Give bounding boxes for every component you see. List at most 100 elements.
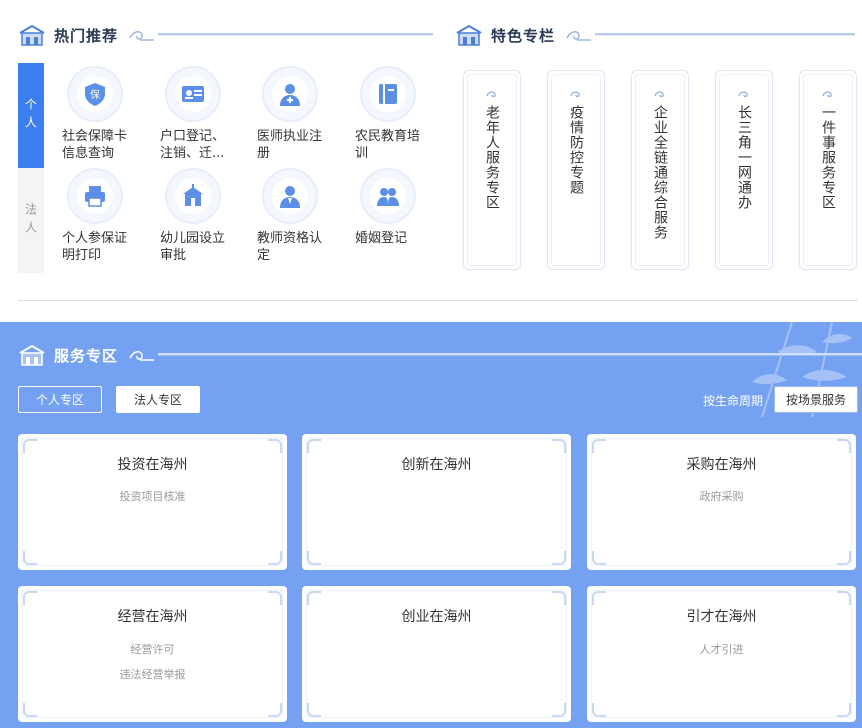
section-divider (18, 300, 858, 301)
card-corner (592, 591, 606, 605)
hot-item-marriage-registration[interactable]: 婚姻登记 (355, 168, 450, 247)
card-corner (23, 591, 37, 605)
featured-column-label: 长三角一网通办 (736, 105, 752, 210)
hot-item-kindergarten-approval[interactable]: 幼儿园设立审批 (160, 168, 255, 264)
icon-circle-inner (77, 178, 113, 214)
teacher-icon (280, 186, 300, 208)
card-corner (552, 439, 566, 453)
icon-circle-inner (370, 178, 406, 214)
card-title: 经营在海州 (117, 609, 188, 625)
swirl-ornament-icon (566, 31, 592, 41)
card-link[interactable]: 违法经营举报 (18, 666, 287, 682)
service-header-line (158, 353, 862, 356)
card-title: 投资在海州 (117, 457, 188, 473)
service-card-invest[interactable]: 投资在海州 投资项目核准 (18, 434, 287, 570)
featured-column-elderly[interactable]: 老年人服务专区 (463, 70, 521, 270)
card-link[interactable]: 政府采购 (587, 488, 856, 504)
card-link[interactable]: 投资项目核准 (18, 488, 287, 504)
featured-header-line (595, 33, 855, 36)
user-type-tabs: 个人 法人 (18, 63, 44, 273)
card-title: 创业在海州 (401, 609, 472, 625)
swirl-ornament-icon (129, 31, 155, 41)
icon-circle-inner (370, 76, 406, 112)
house-icon (456, 24, 482, 46)
by-scene-button[interactable]: 按场景服务 (774, 386, 858, 413)
service-zone: 服务专区 个人专区 法人专区 按生命周期 按场景服务 投资在海州 投资项目核准 … (0, 322, 862, 728)
icon-circle (165, 168, 221, 224)
icon-circle (67, 168, 123, 224)
icon-circle-inner (175, 76, 211, 112)
card-corner (268, 703, 282, 717)
icon-circle (262, 168, 318, 224)
card-corner (268, 591, 282, 605)
featured-column-label: 一件事服务专区 (820, 105, 836, 210)
hot-item-teacher-qualification[interactable]: 教师资格认定 (257, 168, 352, 264)
school-icon (183, 184, 203, 206)
hot-item-physician-registration[interactable]: 医师执业注册 (257, 66, 352, 162)
service-section-title: 服务专区 (54, 346, 119, 365)
card-corner (23, 703, 37, 717)
card-corner (592, 439, 606, 453)
card-corner (552, 591, 566, 605)
card-corner (552, 703, 566, 717)
featured-column-yangtze-delta[interactable]: 长三角一网通办 (715, 70, 773, 270)
swirl-ornament-icon (129, 351, 155, 361)
hot-item-social-security[interactable]: 保 社会保障卡信息查询 (62, 66, 157, 162)
featured-column-enterprise[interactable]: 企业全链通综合服务 (631, 70, 689, 270)
book-icon (379, 84, 397, 104)
swirl-icon (822, 91, 832, 98)
service-card-talent[interactable]: 引才在海州 人才引进 (587, 586, 856, 722)
featured-column-label: 老年人服务专区 (484, 105, 500, 210)
service-card-startup[interactable]: 创业在海州 (302, 586, 571, 722)
doctor-icon (280, 84, 300, 106)
card-link[interactable]: 经营许可 (18, 641, 287, 657)
id-card-icon (182, 86, 204, 102)
featured-section-header: 特色专栏 (455, 20, 855, 50)
hot-item-label: 教师资格认定 (257, 231, 323, 263)
hot-item-insurance-certificate[interactable]: 个人参保证明打印 (62, 168, 157, 264)
featured-column-epidemic[interactable]: 疫情防控专题 (547, 70, 605, 270)
card-corner (23, 551, 37, 565)
shield-icon: 保 (85, 83, 105, 106)
hot-item-label: 户口登记、注销、迁... (160, 129, 226, 161)
hot-section-header: 热门推荐 (18, 20, 433, 50)
service-card-operate[interactable]: 经营在海州 经营许可 违法经营举报 (18, 586, 287, 722)
icon-circle-inner (272, 76, 308, 112)
personal-zone-button[interactable]: 个人专区 (18, 386, 102, 413)
hot-header-line (158, 33, 433, 36)
swirl-icon (486, 91, 496, 98)
featured-section-title: 特色专栏 (491, 26, 556, 45)
service-card-procure[interactable]: 采购在海州 政府采购 (587, 434, 856, 570)
svg-text:保: 保 (90, 88, 100, 101)
icon-circle (360, 168, 416, 224)
icon-circle: 保 (67, 66, 123, 122)
icon-circle (165, 66, 221, 122)
card-link[interactable]: 人才引进 (587, 641, 856, 657)
hot-item-household-register[interactable]: 户口登记、注销、迁... (160, 66, 255, 162)
featured-column-one-thing[interactable]: 一件事服务专区 (799, 70, 857, 270)
card-corner (592, 551, 606, 565)
card-corner (837, 591, 851, 605)
by-lifecycle-link[interactable]: 按生命周期 (703, 392, 763, 409)
swirl-icon (570, 91, 580, 98)
card-corner (837, 439, 851, 453)
card-corner (268, 439, 282, 453)
tab-corporate[interactable]: 法人 (18, 168, 44, 273)
hot-item-label: 医师执业注册 (257, 129, 323, 161)
featured-column-label: 疫情防控专题 (568, 105, 584, 195)
hot-item-label: 农民教育培训 (355, 129, 421, 161)
card-corner (552, 551, 566, 565)
card-corner (837, 551, 851, 565)
card-title: 采购在海州 (686, 457, 757, 473)
corporate-zone-button[interactable]: 法人专区 (116, 386, 200, 413)
printer-icon (85, 186, 105, 207)
service-card-innovate[interactable]: 创新在海州 (302, 434, 571, 570)
icon-circle-inner (175, 178, 211, 214)
card-corner (307, 439, 321, 453)
hot-item-farmer-training[interactable]: 农民教育培训 (355, 66, 450, 162)
house-icon (19, 24, 45, 46)
card-corner (307, 551, 321, 565)
tab-personal[interactable]: 个人 (18, 63, 44, 168)
icon-circle-inner (272, 178, 308, 214)
house-icon (19, 344, 45, 366)
